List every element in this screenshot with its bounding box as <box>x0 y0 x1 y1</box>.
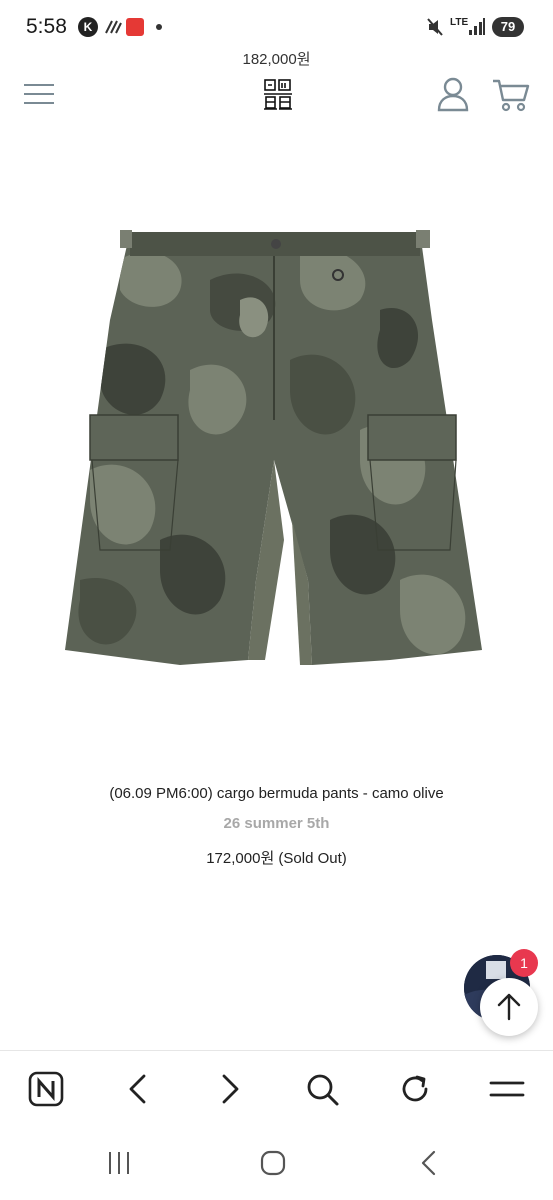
signal-icon <box>469 18 485 35</box>
browser-toolbar <box>0 1050 553 1129</box>
arrow-up-icon <box>497 993 521 1021</box>
user-icon[interactable] <box>436 76 470 112</box>
cart-icon[interactable] <box>492 78 530 112</box>
recents-icon[interactable] <box>104 1148 134 1178</box>
chevron-left-icon[interactable] <box>120 1071 156 1107</box>
network-type-label: LTE <box>450 17 469 28</box>
home-icon[interactable] <box>258 1148 288 1178</box>
android-nav-bar <box>0 1128 553 1200</box>
product-collection: 26 summer 5th <box>223 815 330 832</box>
previous-item-price: 182,000원 <box>242 51 311 68</box>
reload-icon[interactable] <box>397 1071 433 1107</box>
notification-icon <box>105 20 122 34</box>
battery-icon: 79 <box>492 17 524 37</box>
naver-n-icon[interactable] <box>28 1071 64 1107</box>
camo-cargo-shorts-photo[interactable] <box>60 220 490 680</box>
app-k-icon: K <box>78 17 98 37</box>
search-icon[interactable] <box>304 1071 340 1107</box>
product-name[interactable]: (06.09 PM6:00) cargo bermuda pants - cam… <box>0 785 553 802</box>
chevron-right-icon[interactable] <box>212 1071 248 1107</box>
brand-logo[interactable] <box>263 77 293 111</box>
back-icon[interactable] <box>414 1148 444 1178</box>
menu-lines-icon[interactable] <box>489 1071 525 1107</box>
status-time: 5:58 <box>26 15 67 38</box>
mute-icon <box>427 18 443 36</box>
scroll-to-top-button[interactable] <box>480 978 538 1036</box>
hamburger-menu-icon[interactable] <box>24 82 54 106</box>
app-red-icon <box>126 18 144 36</box>
chat-notification-badge: 1 <box>510 949 538 977</box>
more-notifications-dot-icon <box>156 24 162 30</box>
product-price: 172,000원 (Sold Out) <box>206 850 347 867</box>
